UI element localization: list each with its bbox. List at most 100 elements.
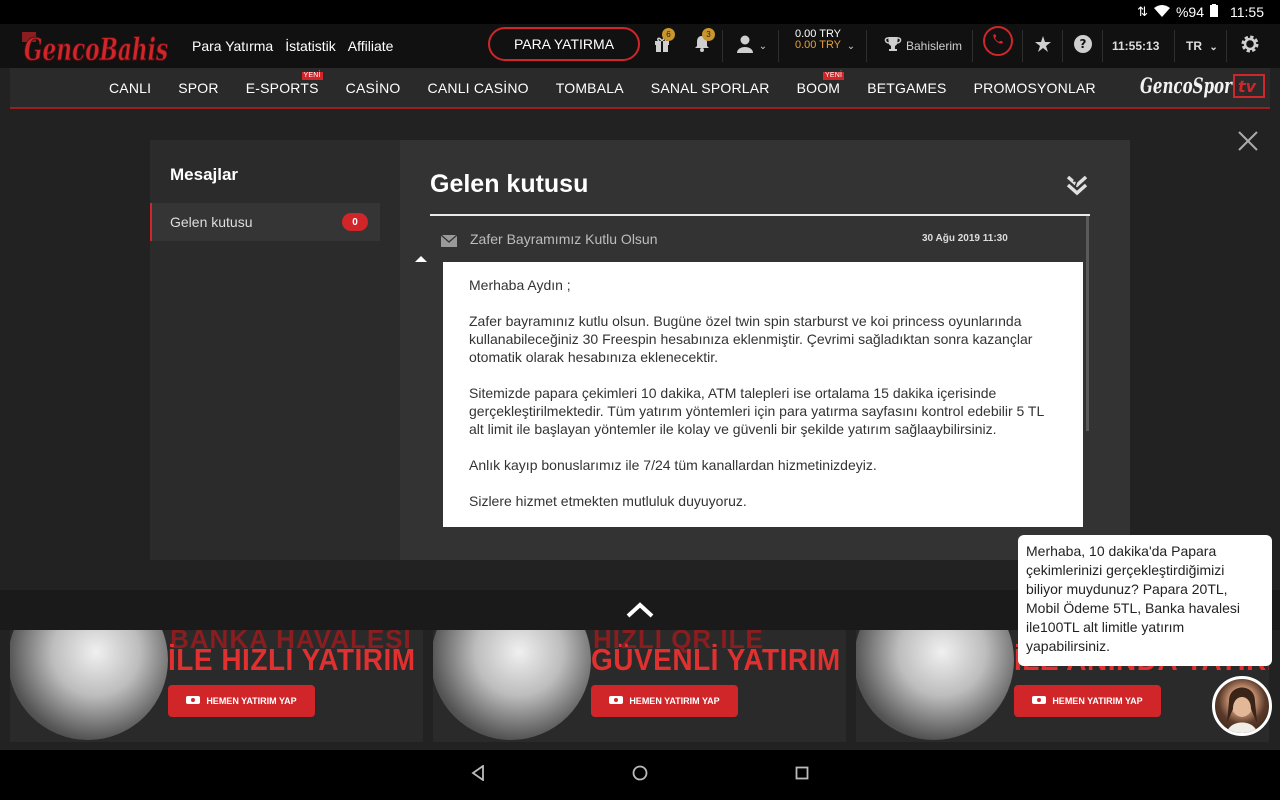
bets-label: Bahislerim [905, 39, 962, 53]
chevron-down-icon: ⌄ [758, 40, 768, 52]
data-arrows-icon: ⇅ [1137, 4, 1148, 19]
link-affiliate[interactable]: Affiliate [348, 38, 394, 54]
message-paragraph: Sizlere hizmet etmekten mutluluk duyuyor… [469, 493, 747, 509]
star-icon [1035, 35, 1051, 57]
nav-item-live-casino[interactable]: CANLI CASİNO [428, 80, 529, 96]
divider [1226, 30, 1227, 62]
gift-button[interactable]: 6 [650, 24, 675, 68]
chevron-down-icon: ⌄ [1209, 42, 1218, 53]
nav-label: E-SPORTS [245, 79, 319, 96]
close-icon [1237, 127, 1259, 158]
inbox-count-badge: 0 [342, 213, 368, 231]
nav-item-betgames[interactable]: BETGAMES [867, 80, 946, 96]
messages-title: Mesajlar [170, 165, 239, 184]
new-tag: YENİ [823, 71, 845, 80]
page-title: Gelen kutusu [430, 170, 589, 198]
top-header: GencoBahis Para Yatırma İstatistik Affil… [0, 24, 1280, 69]
messages-panel: Gelen kutusu Zafer Bayramımız Kutlu Olsu… [400, 140, 1130, 560]
language-label: TR [1186, 39, 1202, 53]
nav-item-boom[interactable]: BOOM YENİ [796, 71, 845, 96]
wifi-icon [1153, 4, 1170, 20]
envelope-icon [440, 234, 458, 252]
message-row[interactable]: Zafer Bayramımız Kutlu Olsun 30 Ağu 2019… [430, 216, 1086, 262]
nav-label: BOOM [796, 79, 841, 96]
banner-image [433, 630, 591, 740]
my-bets-button[interactable]: Bahislerim [878, 24, 968, 68]
message-body: Merhaba Aydın ; Zafer bayramınız kutlu o… [443, 262, 1083, 527]
nav-item-esports[interactable]: E-SPORTS YENİ [245, 71, 323, 96]
message-paragraph: Sitemizde papara çekimleri 10 dakika, AT… [469, 385, 1044, 437]
back-triangle-icon [471, 763, 485, 786]
scrollbar[interactable] [1086, 216, 1089, 431]
nav-item-casino[interactable]: CASİNO [346, 80, 401, 96]
clock: 11:55:13 [1112, 39, 1160, 53]
balance-display[interactable]: 0.00 TRY 0.00 TRY [790, 29, 846, 51]
nav-label: SANAL SPORLAR [650, 79, 770, 96]
banner-deposit-button[interactable]: HEMEN YATIRIM YAP [591, 685, 738, 717]
pointer-arrow [415, 256, 427, 262]
top-links: Para Yatırma İstatistik Affiliate [192, 24, 393, 68]
chevron-up-icon [625, 602, 655, 623]
nav-item-spor[interactable]: SPOR [178, 80, 218, 96]
close-modal-button[interactable] [1236, 130, 1260, 154]
divider [1022, 30, 1023, 62]
nav-label: TOMBALA [555, 79, 624, 96]
site-logo[interactable]: GencoBahis [22, 26, 172, 69]
divider [972, 30, 973, 62]
help-icon: ? [1074, 34, 1092, 58]
nav-item-canli[interactable]: CANLI [109, 80, 151, 96]
recents-square-icon [795, 766, 809, 785]
settings-button[interactable] [1236, 24, 1264, 68]
back-button[interactable] [466, 750, 490, 800]
chat-avatar-button[interactable] [1212, 676, 1272, 736]
money-icon [1032, 695, 1047, 707]
account-menu[interactable]: ⌄ [732, 24, 772, 68]
banner-image [856, 630, 1014, 740]
banner-line2: İLE HIZLI YATIRIM [168, 642, 416, 677]
divider [866, 30, 867, 62]
scroll-top-button[interactable] [625, 601, 655, 624]
link-statistics[interactable]: İstatistik [285, 38, 336, 54]
divider [778, 30, 779, 62]
chevron-down-icon[interactable]: ⌄ [844, 24, 858, 68]
message-paragraph: Zafer bayramınız kutlu olsun. Bugüne öze… [469, 313, 1033, 365]
money-icon [186, 695, 201, 707]
balance-bonus: 0.00 TRY [794, 39, 842, 51]
gencospor-tv-logo[interactable]: GencoSpor tv [1138, 70, 1268, 104]
nav-item-promotions[interactable]: PROMOSYONLAR [974, 80, 1096, 96]
whatsapp-icon [989, 30, 1007, 52]
help-button[interactable]: ? [1070, 24, 1096, 68]
notifications-button[interactable]: 3 [690, 24, 715, 68]
banner-line2: GÜVENLİ YATIRIM [591, 642, 841, 677]
nav-item-tombala[interactable]: TOMBALA [556, 80, 624, 96]
language-selector[interactable]: TR ⌄ [1186, 24, 1218, 68]
svg-text:?: ? [1080, 37, 1087, 51]
favorites-button[interactable] [1030, 24, 1056, 68]
banner-deposit-button[interactable]: HEMEN YATIRIM YAP [168, 685, 315, 717]
recents-button[interactable] [790, 750, 814, 800]
nav-label: CANLI CASİNO [427, 79, 529, 96]
svg-text:GencoSpor: GencoSpor [1140, 73, 1233, 98]
message-date: 30 Ağu 2019 11:30 [922, 233, 1008, 244]
banner-deposit-button[interactable]: HEMEN YATIRIM YAP [1014, 685, 1161, 717]
chat-message-text: Merhaba, 10 dakika'da Papara çekimlerini… [1026, 543, 1240, 654]
sidebar-item-inbox[interactable]: Gelen kutusu 0 [150, 203, 380, 241]
battery-icon [1210, 4, 1218, 20]
gear-icon [1240, 34, 1260, 59]
message-paragraph: Merhaba Aydın ; [469, 277, 571, 293]
deposit-button[interactable]: PARA YATIRMA [488, 27, 640, 61]
home-button[interactable] [628, 750, 652, 800]
promo-banner[interactable]: BANKA HAVALESİ İLE HIZLI YATIRIM HEMEN Y… [10, 630, 423, 742]
banner-button-label: HEMEN YATIRIM YAP [629, 696, 720, 706]
nav-label: BETGAMES [867, 79, 947, 96]
nav-item-virtual-sports[interactable]: SANAL SPORLAR [651, 80, 770, 96]
divider [1102, 30, 1103, 62]
home-circle-icon [632, 765, 648, 786]
whatsapp-button[interactable] [983, 26, 1013, 56]
collapse-all-button[interactable] [1065, 172, 1089, 205]
link-deposit[interactable]: Para Yatırma [192, 38, 273, 54]
chat-message-bubble[interactable]: Merhaba, 10 dakika'da Papara çekimlerini… [1018, 535, 1272, 666]
gift-badge: 6 [662, 28, 675, 41]
promo-banner[interactable]: HIZLI QR İLE GÜVENLİ YATIRIM HEMEN YATIR… [433, 630, 846, 742]
nav-label: SPOR [178, 79, 219, 96]
